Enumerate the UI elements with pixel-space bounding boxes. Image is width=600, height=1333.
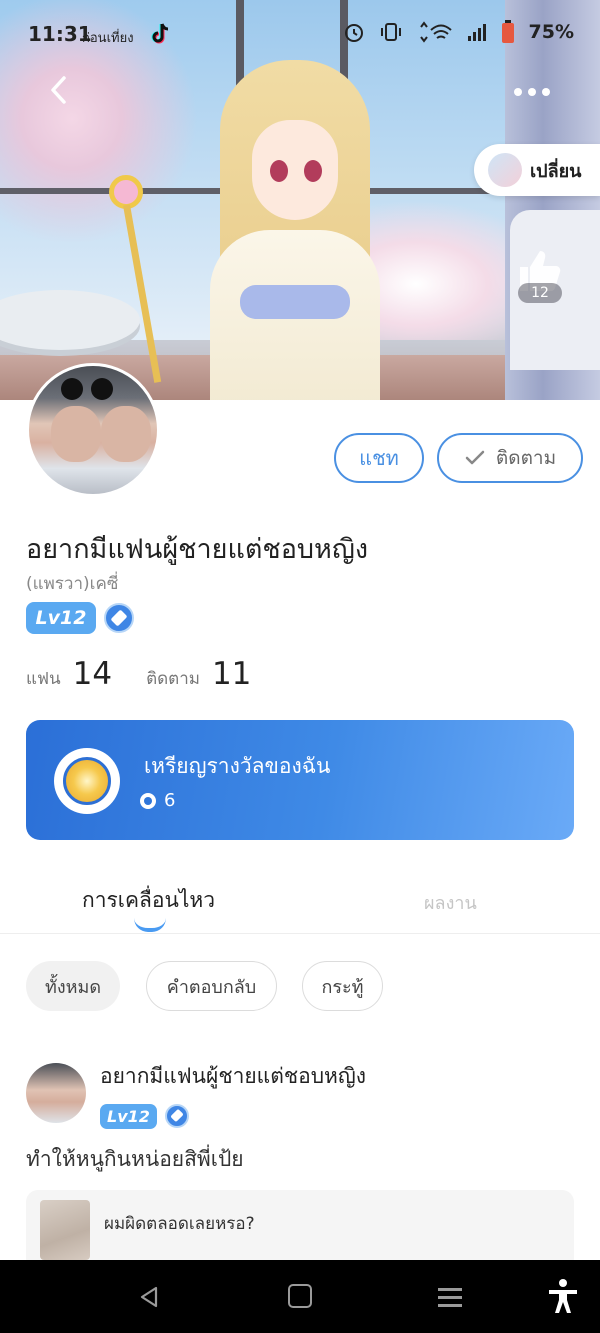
filter-threads-chip[interactable]: กระทู้	[302, 961, 383, 1011]
quoted-post-card[interactable]: ผมผิดตลอดเลยหรอ?	[26, 1190, 574, 1270]
signal-icon	[467, 24, 486, 41]
tiktok-icon	[151, 23, 169, 44]
filter-replies-chip[interactable]: คำตอบกลับ	[146, 961, 277, 1011]
battery-percent: 75%	[528, 21, 574, 43]
post-author-name[interactable]: อยากมีแฟนผู้ชายแต่ชอบหญิง	[100, 1060, 366, 1093]
back-arrow-icon[interactable]	[40, 70, 80, 110]
nav-home-icon[interactable]	[288, 1284, 312, 1308]
battery-icon	[501, 20, 514, 43]
status-time-suffix: ก่อนเที่ยง	[82, 31, 134, 46]
magic-wand-illustration	[95, 175, 162, 395]
change-avatar-button[interactable]: เปลี่ยน	[474, 144, 600, 196]
quoted-post-thumbnail	[40, 1200, 90, 1260]
post-text[interactable]: ทำให้หนูกินหน่อยสิพี่เป้ย	[26, 1143, 244, 1176]
fans-label[interactable]: แฟน	[26, 665, 61, 692]
tab-works[interactable]: ผลงาน	[424, 888, 477, 917]
profile-alias: (แพรวา)เคซี่	[26, 574, 119, 594]
active-tab-indicator	[134, 918, 166, 932]
change-label: เปลี่ยน	[530, 160, 582, 182]
profile-stats: แฟน 14 ติดตาม 11	[26, 656, 285, 692]
post-level-badge: Lv12	[100, 1104, 157, 1129]
alarm-icon	[344, 24, 363, 42]
tab-activity[interactable]: การเคลื่อนไหว	[82, 884, 215, 917]
wifi-icon	[419, 21, 452, 43]
medal-card[interactable]: เหรียญรางวัลของฉัน 6	[26, 720, 574, 840]
level-badge: Lv12	[26, 602, 96, 634]
medal-count-row: 6	[140, 790, 175, 811]
follow-button[interactable]: ติดตาม	[437, 433, 583, 483]
post-rank-diamond-icon	[165, 1104, 189, 1128]
medal-count: 6	[164, 790, 176, 811]
quoted-post-text: ผมผิดตลอดเลยหรอ?	[104, 1214, 255, 1234]
fans-count[interactable]: 14	[73, 656, 112, 692]
more-options-button[interactable]	[508, 80, 556, 104]
rank-diamond-icon	[104, 603, 134, 633]
mini-avatar-icon	[488, 153, 522, 187]
profile-name: อยากมีแฟนผู้ชายแต่ชอบหญิง	[26, 534, 369, 565]
following-count[interactable]: 11	[212, 656, 251, 692]
like-count: 12	[518, 283, 562, 303]
system-navigation-bar	[0, 1260, 600, 1333]
filter-all-chip[interactable]: ทั้งหมด	[26, 961, 120, 1011]
medal-badge-icon	[140, 792, 156, 809]
accessibility-icon[interactable]	[546, 1278, 580, 1314]
nav-back-icon[interactable]	[136, 1284, 162, 1310]
follow-label: ติดตาม	[495, 447, 557, 469]
system-icons: 75%	[343, 20, 574, 44]
following-label[interactable]: ติดตาม	[146, 665, 200, 692]
nav-recents-icon[interactable]	[438, 1286, 462, 1308]
medal-title: เหรียญรางวัลของฉัน	[144, 754, 331, 778]
post-author-avatar[interactable]	[26, 1063, 86, 1123]
profile-avatar[interactable]	[26, 363, 160, 497]
chat-button[interactable]: แชท	[334, 433, 424, 483]
check-icon	[465, 450, 485, 465]
vibrate-icon	[380, 23, 401, 41]
status-bar: 11:31 ก่อนเที่ยง 75%	[0, 0, 600, 70]
avatar-character-illustration	[190, 60, 400, 400]
medal-icon	[54, 748, 120, 814]
tab-divider	[0, 933, 600, 934]
